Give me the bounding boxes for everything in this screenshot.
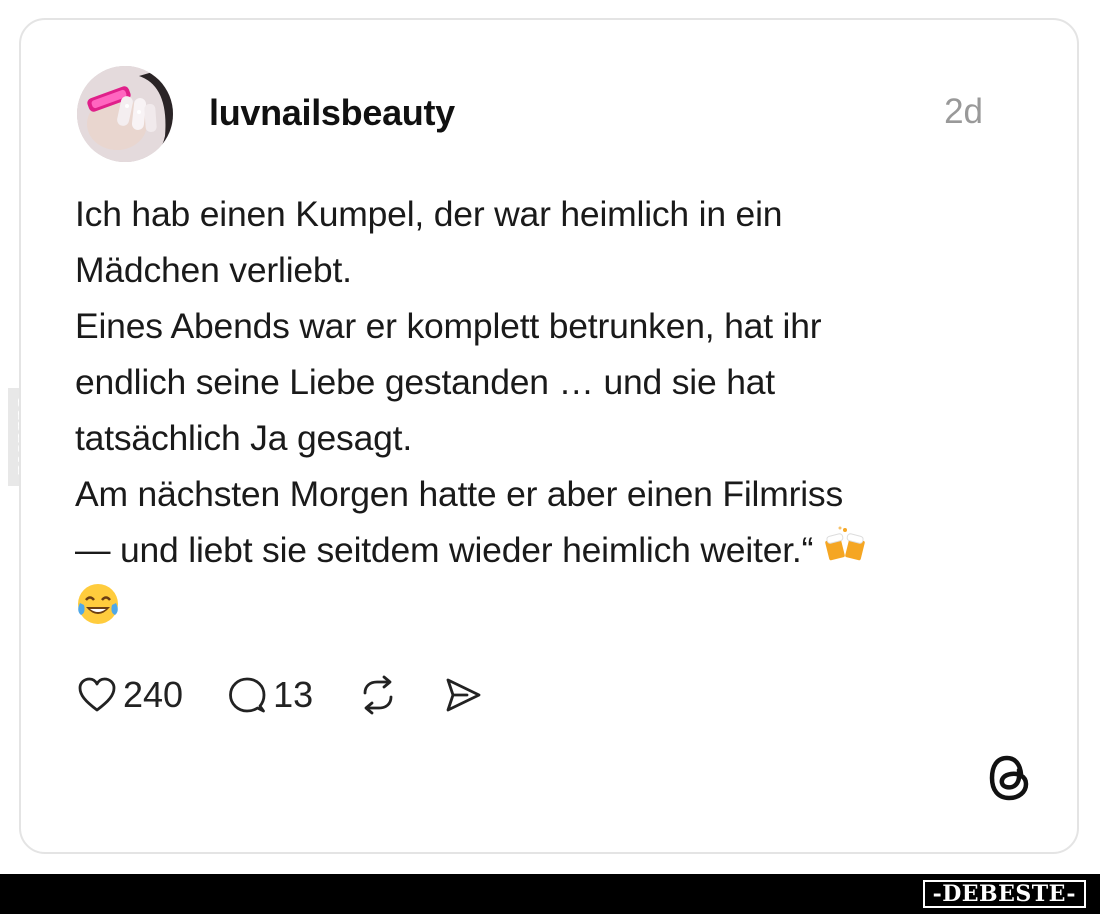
post-line: Eines Abends war er komplett betrunken, … <box>75 306 822 346</box>
comment-button[interactable]: 13 <box>227 674 313 716</box>
avatar[interactable] <box>77 66 173 162</box>
post-line: endlich seine Liebe gestanden … und sie … <box>75 362 775 402</box>
post-line: Ich hab einen Kumpel, der war heimlich i… <box>75 194 783 234</box>
footer-bar: -DEBESTE- <box>0 874 1100 914</box>
send-icon <box>446 678 481 712</box>
comment-bubble-icon <box>229 677 266 713</box>
like-button[interactable]: 240 <box>77 674 183 716</box>
action-bar: 240 13 <box>77 670 527 720</box>
like-count: 240 <box>123 674 184 715</box>
username[interactable]: luvnailsbeauty <box>209 92 455 134</box>
threads-logo-icon[interactable] <box>987 752 1033 804</box>
beer-mugs-emoji <box>823 525 867 581</box>
heart-icon <box>78 677 116 712</box>
share-button[interactable] <box>443 675 483 715</box>
avatar-nails-image <box>77 66 173 162</box>
post-body: Ich hab einen Kumpel, der war heimlich i… <box>75 186 975 643</box>
post-line: Am nächsten Morgen hatte er aber einen F… <box>75 474 844 514</box>
repost-button[interactable] <box>357 675 399 715</box>
post-card: luvnailsbeauty 2d Ich hab einen Kumpel, … <box>19 18 1079 854</box>
post-time: 2d <box>944 92 983 131</box>
post-line: — und liebt sie seitdem wieder heimlich … <box>75 530 814 570</box>
comment-count: 13 <box>273 674 314 715</box>
post-line-emoji-only <box>75 581 975 643</box>
footer-watermark: -DEBESTE- <box>922 880 1086 908</box>
tears-of-joy-emoji <box>75 581 121 643</box>
post-line-with-emoji: — und liebt sie seitdem wieder heimlich … <box>75 522 975 581</box>
page: DEBESTE luvnailsbeauty 2d Ich hab einen … <box>0 0 1100 914</box>
post-line: tatsächlich Ja gesagt. <box>75 418 412 458</box>
repost-icon <box>363 675 393 715</box>
post-line: Mädchen verliebt. <box>75 250 352 290</box>
